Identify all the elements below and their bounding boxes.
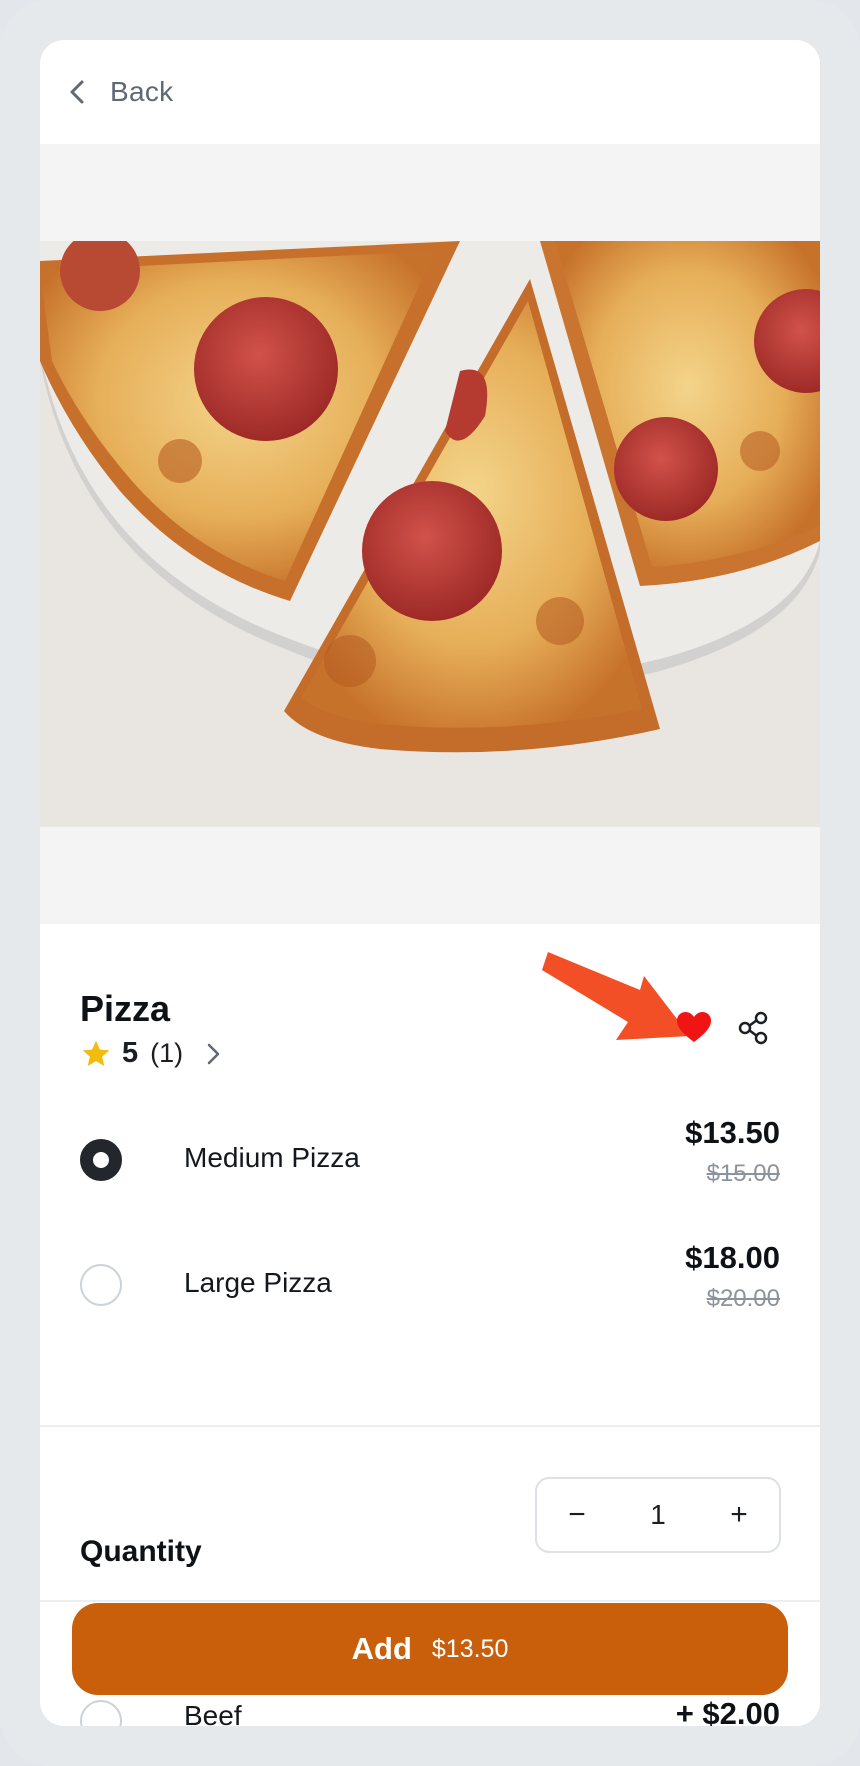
product-media	[40, 144, 820, 924]
option-medium-pizza[interactable]: Medium Pizza $13.50 $15.00	[80, 1115, 780, 1205]
add-label: Add	[351, 1631, 412, 1666]
top-bar: Back	[40, 40, 820, 144]
heart-icon	[677, 1012, 711, 1042]
rating-count: (1)	[150, 1038, 184, 1068]
product-title: Pizza	[80, 988, 171, 1029]
add-to-cart-button[interactable]: Add $13.50	[72, 1603, 788, 1695]
quantity-label: Quantity	[80, 1535, 202, 1568]
decrement-button[interactable]: −	[537, 1479, 617, 1551]
quantity-stepper: − 1 +	[535, 1477, 781, 1553]
option-label: Large Pizza	[184, 1267, 332, 1298]
product-photo	[40, 241, 820, 827]
star-icon	[80, 1038, 112, 1070]
option-beef[interactable]: Beef + $2.00	[80, 1696, 780, 1726]
product-screen: Back Pizza 5 (1) Medium Pizza $13.50 $15…	[40, 40, 820, 1726]
radio-unselected[interactable]	[80, 1700, 122, 1726]
share-icon	[738, 1011, 768, 1045]
option-original-price: $20.00	[706, 1285, 780, 1312]
chevron-right-icon	[193, 1041, 223, 1067]
pizza-image	[40, 241, 820, 827]
rating-value: 5	[122, 1037, 139, 1069]
section-divider	[40, 1425, 820, 1427]
share-button[interactable]	[734, 1008, 774, 1048]
rating-link[interactable]: 5 (1)	[80, 1037, 223, 1070]
add-price: $13.50	[431, 1634, 509, 1663]
section-divider	[40, 1600, 820, 1602]
favorite-button[interactable]	[674, 1008, 714, 1048]
option-original-price: $15.00	[706, 1160, 780, 1187]
option-label: Medium Pizza	[184, 1142, 360, 1173]
radio-unselected[interactable]	[80, 1264, 122, 1306]
chevron-left-icon	[70, 80, 84, 104]
option-price: $18.00	[685, 1240, 780, 1275]
back-label: Back	[110, 76, 174, 107]
option-price: $13.50	[685, 1115, 780, 1150]
option-price: + $2.00	[675, 1696, 780, 1726]
back-button[interactable]: Back	[66, 76, 173, 108]
increment-button[interactable]: +	[699, 1479, 779, 1551]
option-label: Beef	[184, 1700, 242, 1726]
option-large-pizza[interactable]: Large Pizza $18.00 $20.00	[80, 1240, 780, 1330]
radio-selected[interactable]	[80, 1139, 122, 1181]
quantity-value: 1	[650, 1499, 666, 1530]
